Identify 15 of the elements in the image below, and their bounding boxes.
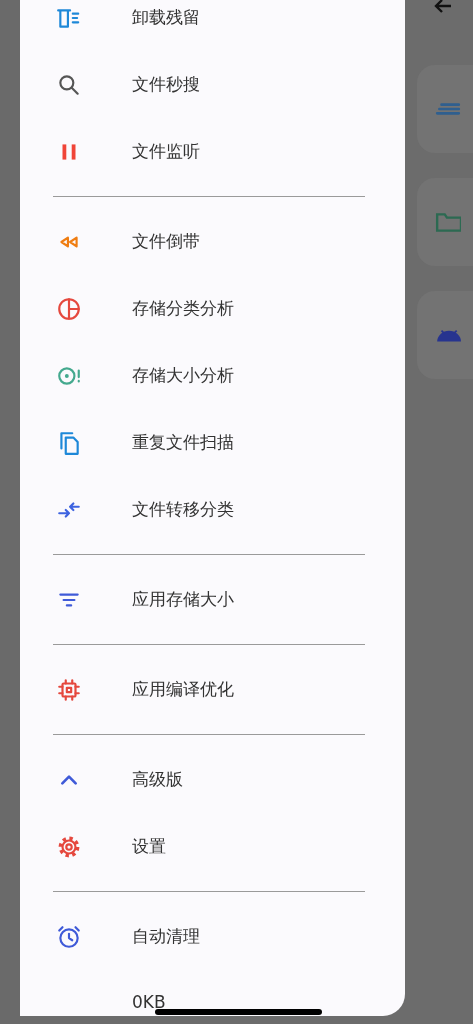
menu-item[interactable]: 自动清理	[20, 903, 405, 970]
menu-item[interactable]: 文件监听	[20, 118, 405, 185]
menu-item[interactable]: 文件转移分类	[20, 476, 405, 543]
menu-item[interactable]: 应用存储大小	[20, 566, 405, 633]
size-text: 0KB	[131, 992, 166, 1012]
menu-item[interactable]: 设置	[20, 813, 405, 880]
menu-item[interactable]: 重复文件扫描	[20, 409, 405, 476]
menu-item[interactable]: 文件秒搜	[20, 51, 405, 118]
menu-item[interactable]: 应用编译优化	[20, 656, 405, 723]
menu-item[interactable]: 存储大小分析	[20, 342, 405, 409]
home-indicator[interactable]	[155, 1009, 322, 1015]
menu-item[interactable]: 文件倒带	[20, 208, 405, 275]
menu-item[interactable]: 卸载残留	[20, 0, 405, 51]
menu-item[interactable]: 高级版	[20, 746, 405, 813]
menu-item[interactable]: 存储分类分析	[20, 275, 405, 342]
